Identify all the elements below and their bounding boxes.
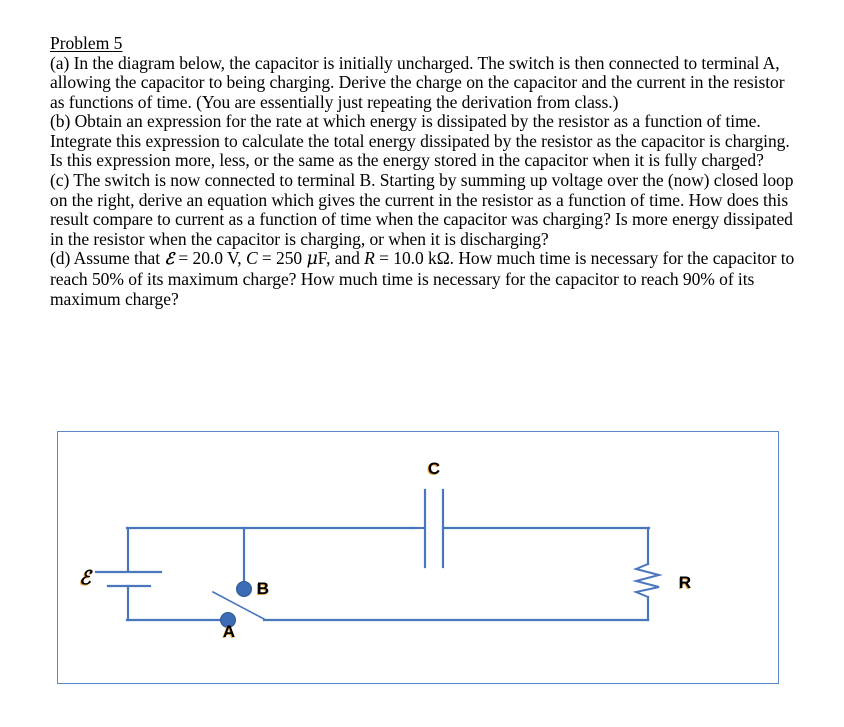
circuit-diagram-figure: ℰ ℰ C C R R A A B B	[57, 431, 779, 684]
capacitance-unit: F, and	[317, 248, 365, 269]
problem-statement: Problem 5 (a) In the diagram below, the …	[50, 33, 795, 309]
terminal-b-label: B	[257, 579, 269, 598]
circuit-wires	[94, 488, 663, 622]
terminal-b-node[interactable]	[236, 581, 252, 597]
emf-value: = 20.0 V,	[174, 248, 246, 269]
problem-part-d: (d) Assume that ℰ = 20.0 V, C = 250 μF, …	[50, 249, 795, 309]
micro-symbol: μ	[306, 249, 318, 270]
emf-symbol: ℰ	[164, 249, 175, 269]
resistor-label: R	[679, 573, 691, 592]
capacitance-symbol: C	[245, 248, 258, 269]
problem-part-c: (c) The switch is now connected to termi…	[50, 170, 794, 249]
circuit-diagram-svg: ℰ ℰ C C R R A A B B	[78, 459, 691, 642]
capacitance-value: = 250	[257, 248, 307, 269]
resistor-zigzag	[632, 562, 663, 599]
problem-part-a: (a) In the diagram below, the capacitor …	[50, 52, 785, 112]
resistance-symbol: R	[364, 248, 375, 269]
terminal-a-label: A	[223, 622, 235, 641]
emf-label: ℰ	[79, 567, 93, 589]
part-d-prefix: (d) Assume that	[50, 248, 165, 269]
page-title: Problem 5	[50, 33, 123, 53]
capacitor-label: C	[428, 459, 440, 478]
problem-part-b: (b) Obtain an expression for the rate at…	[50, 111, 790, 171]
problem-sheet: Problem 5 (a) In the diagram below, the …	[0, 0, 844, 727]
